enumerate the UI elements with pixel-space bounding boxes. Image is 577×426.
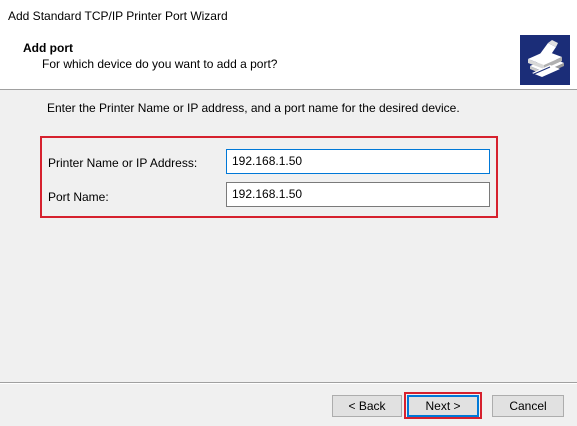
back-button[interactable]: < Back: [332, 395, 402, 417]
window-title: Add Standard TCP/IP Printer Port Wizard: [8, 9, 228, 23]
header-subtitle: For which device do you want to add a po…: [42, 57, 278, 71]
wizard-header: Add port For which device do you want to…: [0, 30, 577, 90]
printer-name-input[interactable]: 192.168.1.50: [226, 149, 490, 174]
printer-name-label: Printer Name or IP Address:: [48, 156, 198, 170]
instruction-text: Enter the Printer Name or IP address, an…: [47, 101, 460, 115]
header-title: Add port: [23, 41, 73, 55]
footer-divider: [0, 382, 577, 384]
port-name-input[interactable]: 192.168.1.50: [226, 182, 490, 207]
title-bar: Add Standard TCP/IP Printer Port Wizard: [0, 0, 577, 30]
wizard-window: Add Standard TCP/IP Printer Port Wizard …: [0, 0, 577, 426]
cancel-button[interactable]: Cancel: [492, 395, 564, 417]
next-button[interactable]: Next >: [407, 395, 479, 417]
printer-icon: [520, 35, 570, 85]
port-name-label: Port Name:: [48, 190, 109, 204]
